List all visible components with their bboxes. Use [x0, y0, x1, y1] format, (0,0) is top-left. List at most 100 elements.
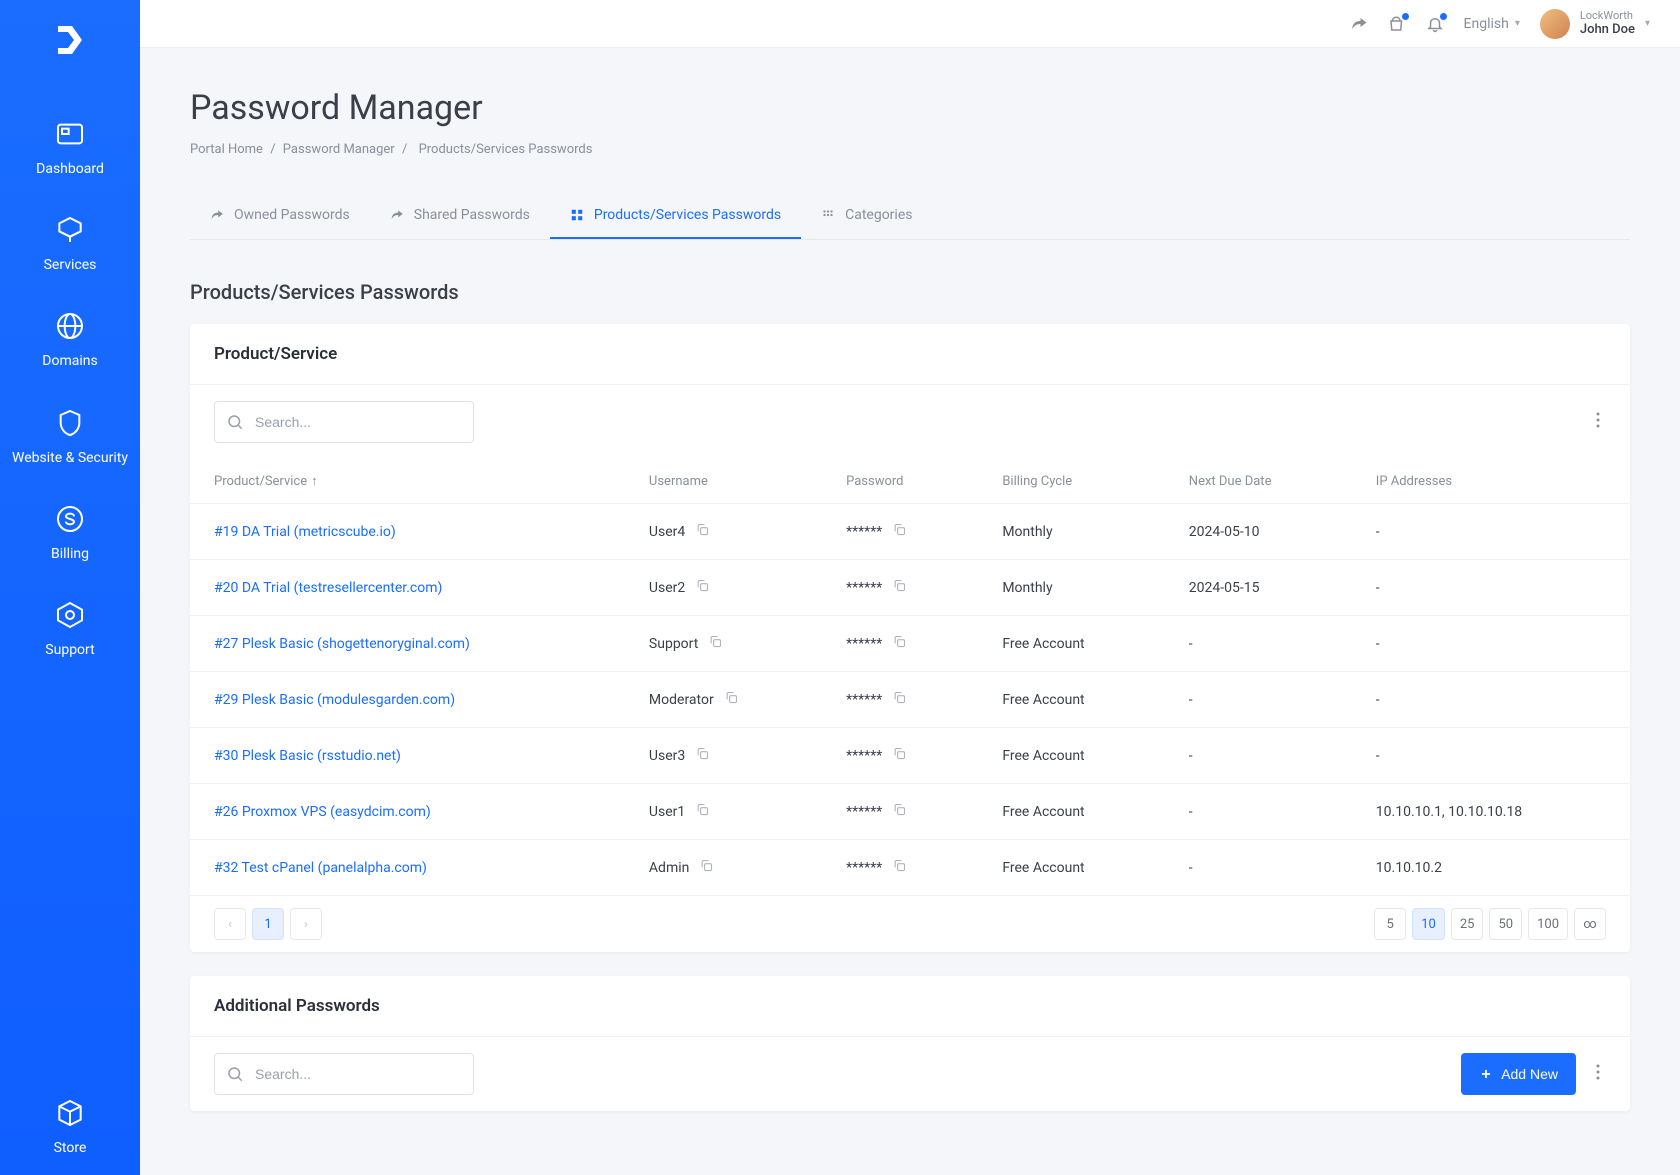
page-size-option[interactable]: 10	[1412, 908, 1445, 940]
sidebar-item-website-security[interactable]: Website & Security	[0, 389, 140, 485]
copy-password-icon[interactable]	[892, 802, 907, 821]
copy-username-icon[interactable]	[695, 578, 710, 597]
copy-username-icon[interactable]	[708, 634, 723, 653]
cart-icon[interactable]	[1388, 15, 1406, 33]
col-nextdue[interactable]: Next Due Date	[1165, 459, 1352, 504]
kebab-icon	[1596, 1064, 1600, 1080]
bell-icon[interactable]	[1426, 15, 1444, 33]
product-link[interactable]: #32 Test cPanel (panelalpha.com)	[214, 860, 427, 876]
username-value: User3	[649, 748, 685, 764]
button-label: Add New	[1501, 1066, 1558, 1082]
password-value: ******	[846, 636, 882, 652]
username-value: User2	[649, 580, 685, 596]
language-label: English	[1464, 16, 1509, 32]
product-link[interactable]: #19 DA Trial (metricscube.io)	[214, 524, 396, 540]
ip-value: -	[1352, 728, 1630, 784]
chevron-down-icon: ▾	[1515, 18, 1520, 29]
language-selector[interactable]: English ▾	[1464, 16, 1520, 32]
page-size-option[interactable]: 50	[1489, 908, 1522, 940]
search-input[interactable]	[214, 1053, 474, 1095]
user-menu[interactable]: LockWorth John Doe ▾	[1540, 9, 1650, 39]
password-value: ******	[846, 804, 882, 820]
plus-icon	[1479, 1067, 1493, 1081]
more-menu[interactable]	[1590, 1058, 1606, 1090]
page-size-option[interactable]: 100	[1528, 908, 1568, 940]
breadcrumb-current: Products/Services Passwords	[419, 142, 593, 157]
copy-password-icon[interactable]	[892, 634, 907, 653]
copy-username-icon[interactable]	[695, 802, 710, 821]
table-row: #29 Plesk Basic (modulesgarden.com)Moder…	[190, 672, 1630, 728]
ip-value: -	[1352, 504, 1630, 560]
tab-categories[interactable]: Categories	[801, 193, 932, 239]
tab-products-services-passwords[interactable]: Products/Services Passwords	[550, 193, 801, 239]
grid-icon	[570, 208, 584, 222]
share-icon[interactable]	[1350, 15, 1368, 33]
col-ip[interactable]: IP Addresses	[1352, 459, 1630, 504]
page-size-option[interactable]: 25	[1451, 908, 1484, 940]
col-password[interactable]: Password	[822, 459, 978, 504]
logo[interactable]	[50, 20, 90, 60]
search-input[interactable]	[214, 401, 474, 443]
notification-dot	[1402, 13, 1409, 20]
nextdue-value: -	[1165, 784, 1352, 840]
sidebar-item-support[interactable]: Support	[0, 581, 140, 677]
breadcrumb: Portal Home / Password Manager / Product…	[190, 142, 1630, 157]
sidebar-item-dashboard[interactable]: Dashboard	[0, 100, 140, 196]
copy-username-icon[interactable]	[699, 858, 714, 877]
sidebar-item-services[interactable]: Services	[0, 196, 140, 292]
more-menu[interactable]	[1590, 406, 1606, 438]
page-size-option[interactable]: ∞	[1574, 908, 1606, 940]
nav-label: Services	[44, 256, 97, 274]
username-value: Support	[649, 636, 698, 652]
sidebar-item-billing[interactable]: Billing	[0, 485, 140, 581]
search-icon	[226, 413, 244, 431]
nav-label: Support	[45, 641, 94, 659]
copy-password-icon[interactable]	[892, 578, 907, 597]
ip-value: 10.10.10.1, 10.10.10.18	[1352, 784, 1630, 840]
breadcrumb-home[interactable]: Portal Home	[190, 142, 263, 157]
copy-username-icon[interactable]	[695, 746, 710, 765]
topbar: English ▾ LockWorth John Doe ▾	[140, 0, 1680, 48]
sidebar-item-domains[interactable]: Domains	[0, 292, 140, 388]
col-product[interactable]: Product/Service↑	[190, 459, 625, 504]
tab-owned-passwords[interactable]: Owned Passwords	[190, 193, 370, 239]
product-link[interactable]: #20 DA Trial (testresellercenter.com)	[214, 580, 442, 596]
billing-value: Free Account	[978, 840, 1164, 896]
copy-password-icon[interactable]	[892, 522, 907, 541]
page-prev[interactable]: ‹	[214, 908, 246, 940]
ip-value: -	[1352, 616, 1630, 672]
tab-label: Owned Passwords	[234, 207, 350, 223]
copy-password-icon[interactable]	[892, 690, 907, 709]
product-link[interactable]: #29 Plesk Basic (modulesgarden.com)	[214, 692, 455, 708]
copy-username-icon[interactable]	[724, 690, 739, 709]
sidebar-item-store[interactable]: Store	[0, 1079, 140, 1175]
product-service-card: Product/Service Product/Service↑ User	[190, 324, 1630, 952]
col-billing[interactable]: Billing Cycle	[978, 459, 1164, 504]
dots-icon	[821, 208, 835, 222]
password-value: ******	[846, 748, 882, 764]
tab-label: Categories	[845, 207, 912, 223]
card-title: Product/Service	[190, 324, 1630, 385]
tab-shared-passwords[interactable]: Shared Passwords	[370, 193, 550, 239]
password-value: ******	[846, 860, 882, 876]
page-size-option[interactable]: 5	[1374, 908, 1406, 940]
page-next[interactable]: ›	[290, 908, 322, 940]
col-username[interactable]: Username	[625, 459, 822, 504]
tab-label: Shared Passwords	[414, 207, 530, 223]
breadcrumb-parent[interactable]: Password Manager	[283, 142, 395, 157]
copy-username-icon[interactable]	[695, 522, 710, 541]
add-new-button[interactable]: Add New	[1461, 1053, 1576, 1095]
product-link[interactable]: #27 Plesk Basic (shogettenoryginal.com)	[214, 636, 470, 652]
nav-label: Website & Security	[12, 449, 128, 467]
search-box	[214, 401, 474, 443]
page-number[interactable]: 1	[252, 908, 284, 940]
product-link[interactable]: #30 Plesk Basic (rsstudio.net)	[214, 748, 401, 764]
copy-password-icon[interactable]	[892, 858, 907, 877]
nav-label: Billing	[51, 545, 89, 563]
table-row: #30 Plesk Basic (rsstudio.net) User3 *****…	[190, 728, 1630, 784]
copy-password-icon[interactable]	[892, 746, 907, 765]
nextdue-value: -	[1165, 672, 1352, 728]
notification-dot	[1440, 13, 1447, 20]
user-org: LockWorth	[1580, 9, 1635, 22]
product-link[interactable]: #26 Proxmox VPS (easydcim.com)	[214, 804, 431, 820]
